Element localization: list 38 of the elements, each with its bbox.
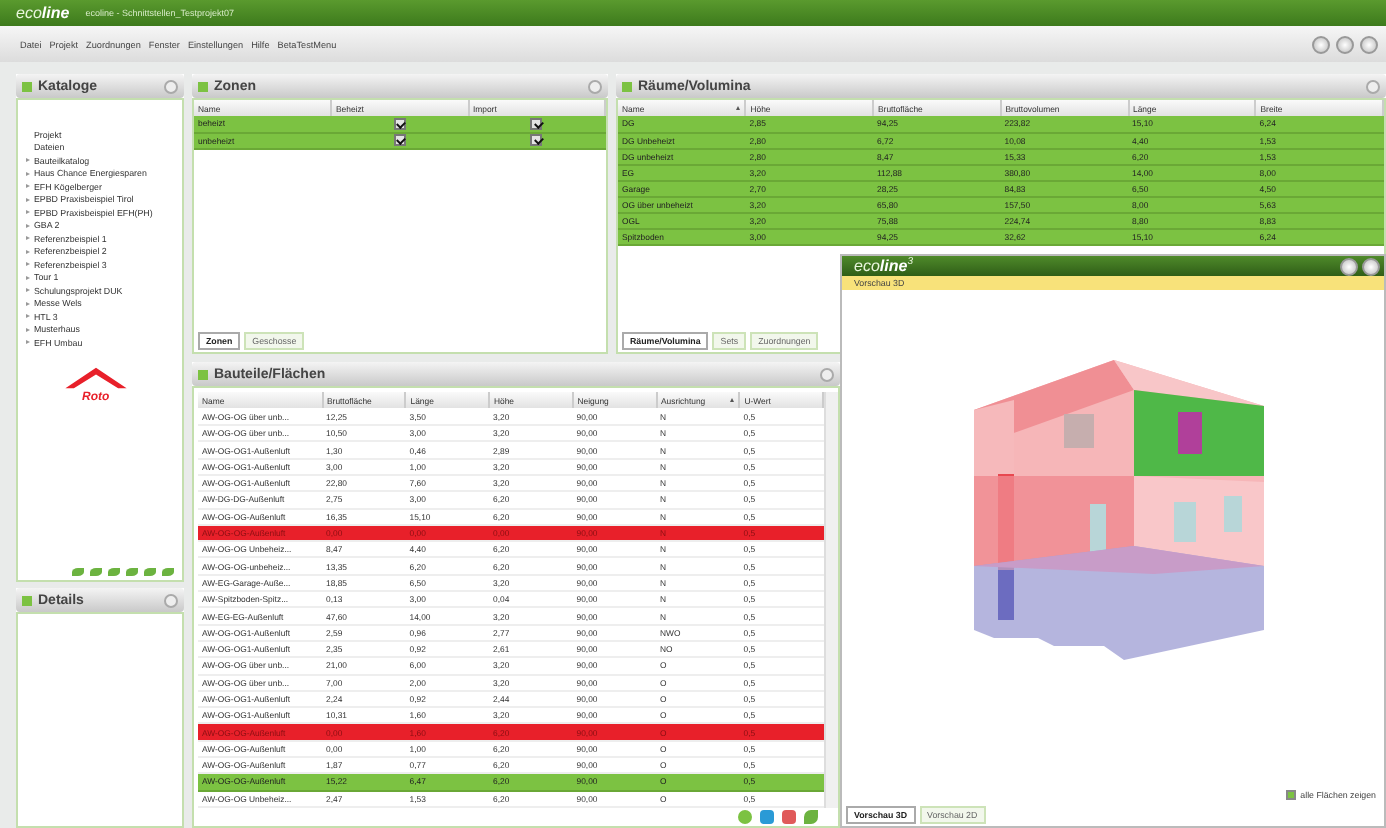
expand-arrow-icon[interactable]: [26, 158, 30, 163]
maximize-button[interactable]: [1336, 35, 1354, 53]
roof-logo-icon: [62, 365, 130, 389]
expand-arrow-icon[interactable]: [26, 171, 30, 176]
expand-arrow-icon[interactable]: [26, 223, 30, 228]
leaf-icon[interactable]: [804, 810, 818, 824]
expand-arrow-icon[interactable]: [26, 314, 30, 319]
app-logo: ecoline$^{3}$: [854, 256, 915, 276]
collapse-button[interactable]: [164, 593, 178, 607]
panel-icon: [198, 369, 208, 379]
expand-arrow-icon[interactable]: [26, 301, 30, 306]
app-logo: ecoline: [16, 4, 70, 22]
expand-arrow-icon[interactable]: [26, 327, 30, 332]
collapse-button[interactable]: [820, 367, 834, 381]
collapse-button[interactable]: [164, 79, 178, 93]
expand-arrow-icon[interactable]: [26, 340, 30, 345]
collapse-button[interactable]: [588, 79, 602, 93]
panel-icon: [198, 81, 208, 91]
close-button[interactable]: [1362, 257, 1380, 275]
collapse-button[interactable]: [1366, 79, 1380, 93]
plus-icon[interactable]: [738, 810, 752, 824]
expand-arrow-icon[interactable]: [26, 184, 30, 189]
expand-arrow-icon[interactable]: [26, 249, 30, 254]
checkbox[interactable]: [393, 117, 406, 130]
expand-arrow-icon[interactable]: [26, 210, 30, 215]
expand-arrow-icon[interactable]: [26, 197, 30, 202]
expand-arrow-icon[interactable]: [26, 262, 30, 267]
checkbox[interactable]: [530, 117, 543, 130]
scrollbar[interactable]: [824, 392, 838, 808]
expand-arrow-icon[interactable]: [26, 275, 30, 280]
panel-icon: [622, 81, 632, 91]
panel-icon: [22, 81, 32, 91]
panel-icon: [22, 595, 32, 605]
checkbox[interactable]: [393, 134, 406, 146]
expand-arrow-icon[interactable]: [26, 236, 30, 241]
checkbox[interactable]: [530, 134, 543, 146]
minimize-button[interactable]: [1340, 257, 1358, 275]
expand-arrow-icon[interactable]: [26, 288, 30, 293]
